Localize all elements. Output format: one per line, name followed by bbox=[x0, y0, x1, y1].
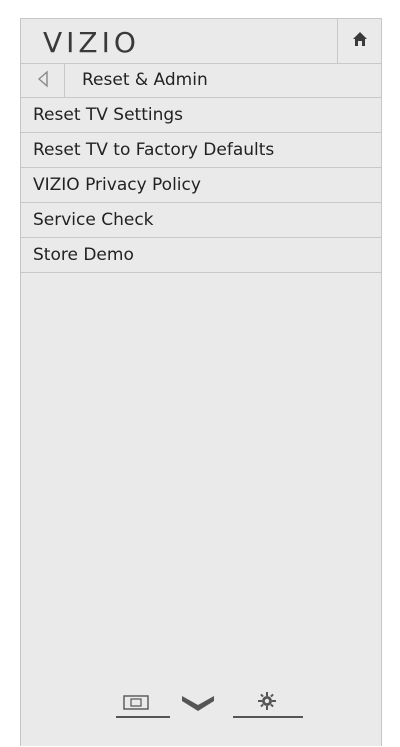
chevron-down-icon[interactable] bbox=[179, 693, 217, 719]
menu-item-privacy-policy[interactable]: VIZIO Privacy Policy bbox=[21, 168, 381, 203]
menu-title: Reset & Admin bbox=[82, 70, 208, 90]
menu-title-row: Reset & Admin bbox=[21, 64, 381, 98]
settings-panel: VIZIO Reset & Admin Reset TV Settings Re… bbox=[20, 18, 382, 746]
home-icon bbox=[351, 30, 369, 52]
menu-item-reset-tv-settings[interactable]: Reset TV Settings bbox=[21, 98, 381, 133]
picture-mode-icon[interactable] bbox=[123, 695, 149, 715]
menu-list: Reset TV Settings Reset TV to Factory De… bbox=[21, 98, 381, 273]
footer-underline-right bbox=[233, 716, 303, 718]
panel-footer bbox=[21, 689, 381, 739]
menu-item-service-check[interactable]: Service Check bbox=[21, 203, 381, 238]
gear-icon[interactable] bbox=[257, 691, 277, 715]
panel-header: VIZIO bbox=[21, 19, 381, 64]
footer-underline-left bbox=[116, 716, 170, 718]
vizio-logo: VIZIO bbox=[43, 26, 140, 59]
home-button[interactable] bbox=[337, 19, 381, 63]
chevron-left-icon bbox=[37, 69, 49, 92]
menu-item-reset-factory-defaults[interactable]: Reset TV to Factory Defaults bbox=[21, 133, 381, 168]
menu-item-store-demo[interactable]: Store Demo bbox=[21, 238, 381, 273]
back-button[interactable] bbox=[21, 64, 65, 97]
